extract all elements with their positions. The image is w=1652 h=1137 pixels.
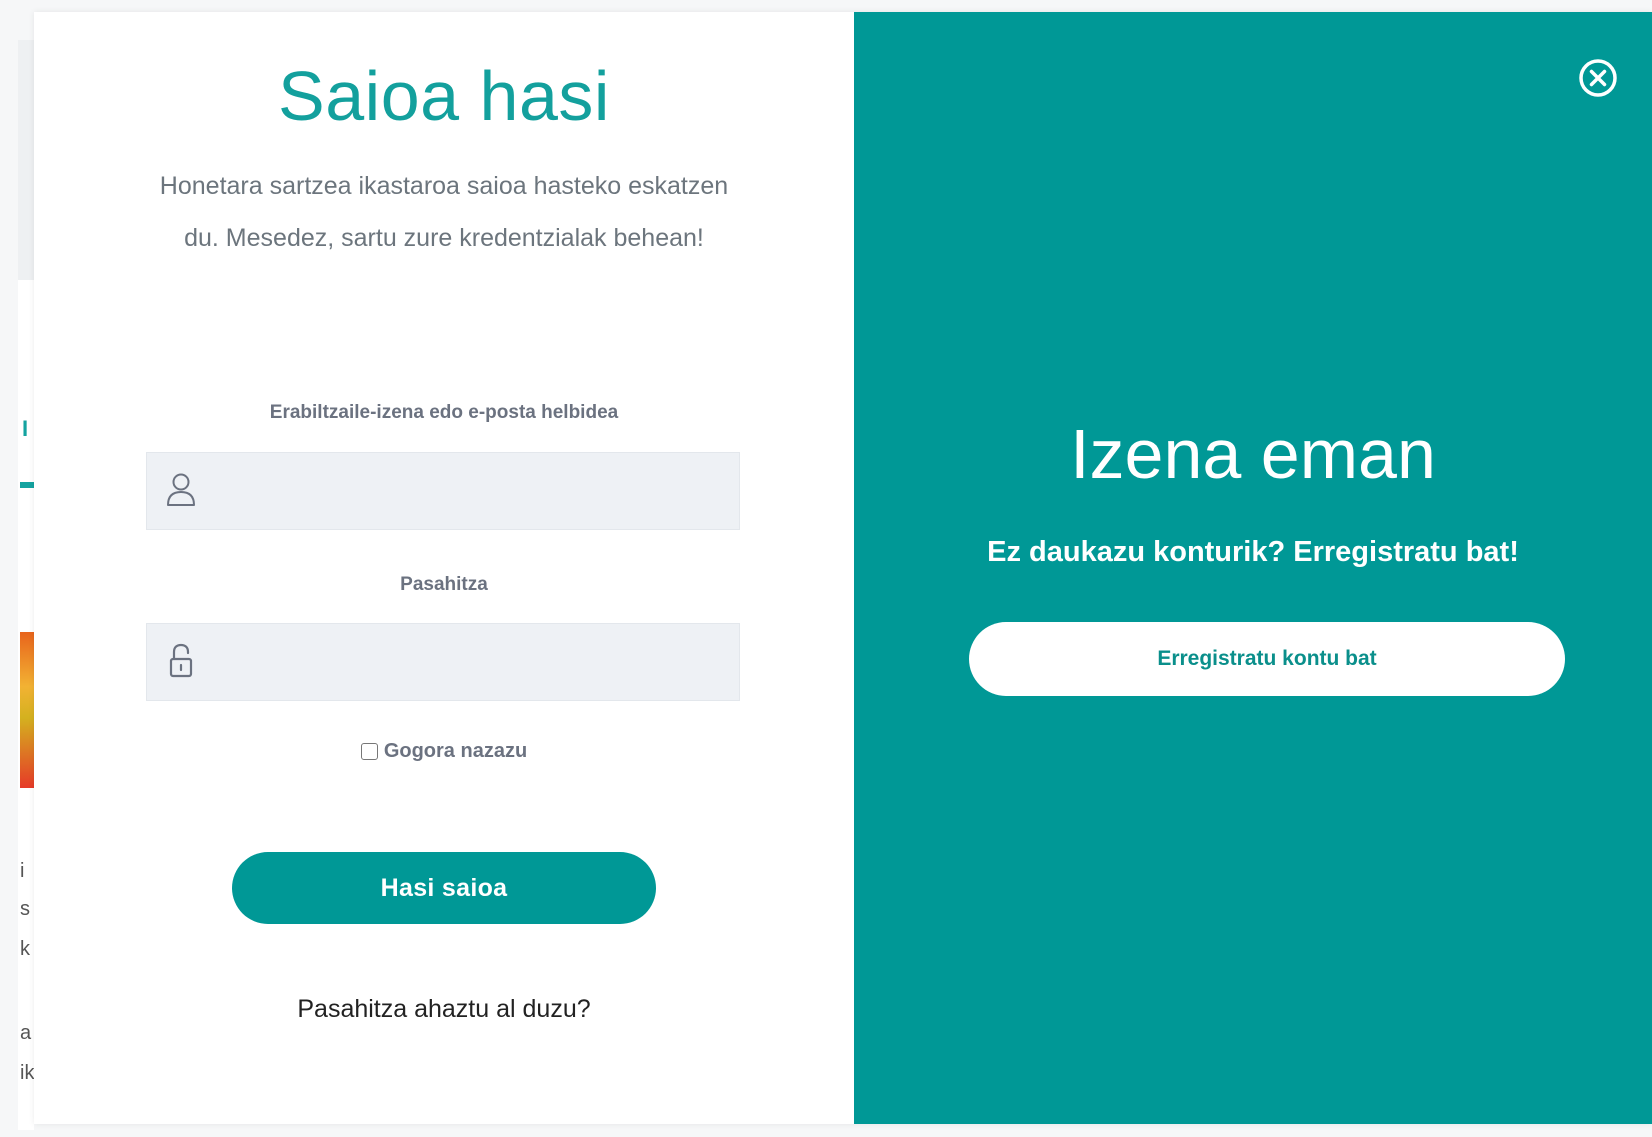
password-label: Pasahitza bbox=[400, 574, 488, 595]
login-title: Saioa hasi bbox=[278, 57, 610, 135]
remember-checkbox[interactable] bbox=[360, 743, 378, 760]
forgot-password-link[interactable]: Pasahitza ahaztu al duzu? bbox=[34, 995, 854, 1024]
login-description: Honetara sartzea ikastaroa saioa hasteko… bbox=[159, 172, 729, 252]
background-text-fragment: ik bbox=[20, 1062, 35, 1084]
user-icon bbox=[167, 473, 195, 506]
username-input[interactable] bbox=[211, 453, 735, 531]
register-subtitle: Ez daukazu konturik? Erregistratu bat! bbox=[987, 536, 1519, 568]
close-icon[interactable] bbox=[1578, 58, 1618, 98]
background-accent-line bbox=[20, 482, 34, 488]
background-text-fragment: a bbox=[20, 1022, 32, 1044]
remember-label[interactable]: Gogora nazazu bbox=[384, 740, 527, 763]
register-title: Izena eman bbox=[1070, 415, 1436, 493]
password-input[interactable] bbox=[211, 624, 735, 702]
background-card bbox=[18, 40, 34, 280]
background-text-fragment: I bbox=[22, 416, 29, 441]
login-modal: Saioa hasi Honetara sartzea ikastaroa sa… bbox=[34, 12, 1652, 1124]
register-button[interactable]: Erregistratu kontu bat bbox=[969, 622, 1565, 696]
login-button[interactable]: Hasi saioa bbox=[232, 852, 656, 924]
background-text-fragment: i bbox=[20, 860, 25, 882]
login-panel: Saioa hasi Honetara sartzea ikastaroa sa… bbox=[34, 12, 854, 1124]
register-panel: Izena eman Ez daukazu konturik? Erregist… bbox=[854, 12, 1652, 1124]
lock-icon bbox=[169, 643, 193, 678]
remember-me[interactable]: Gogora nazazu bbox=[34, 740, 854, 763]
background-text-fragment: s bbox=[20, 898, 30, 920]
password-field[interactable] bbox=[146, 623, 740, 702]
username-field[interactable] bbox=[146, 452, 740, 531]
background-image bbox=[20, 632, 34, 788]
username-label: Erabiltzaile-izena edo e-posta helbidea bbox=[269, 402, 619, 423]
background-text-fragment: k bbox=[20, 938, 30, 960]
